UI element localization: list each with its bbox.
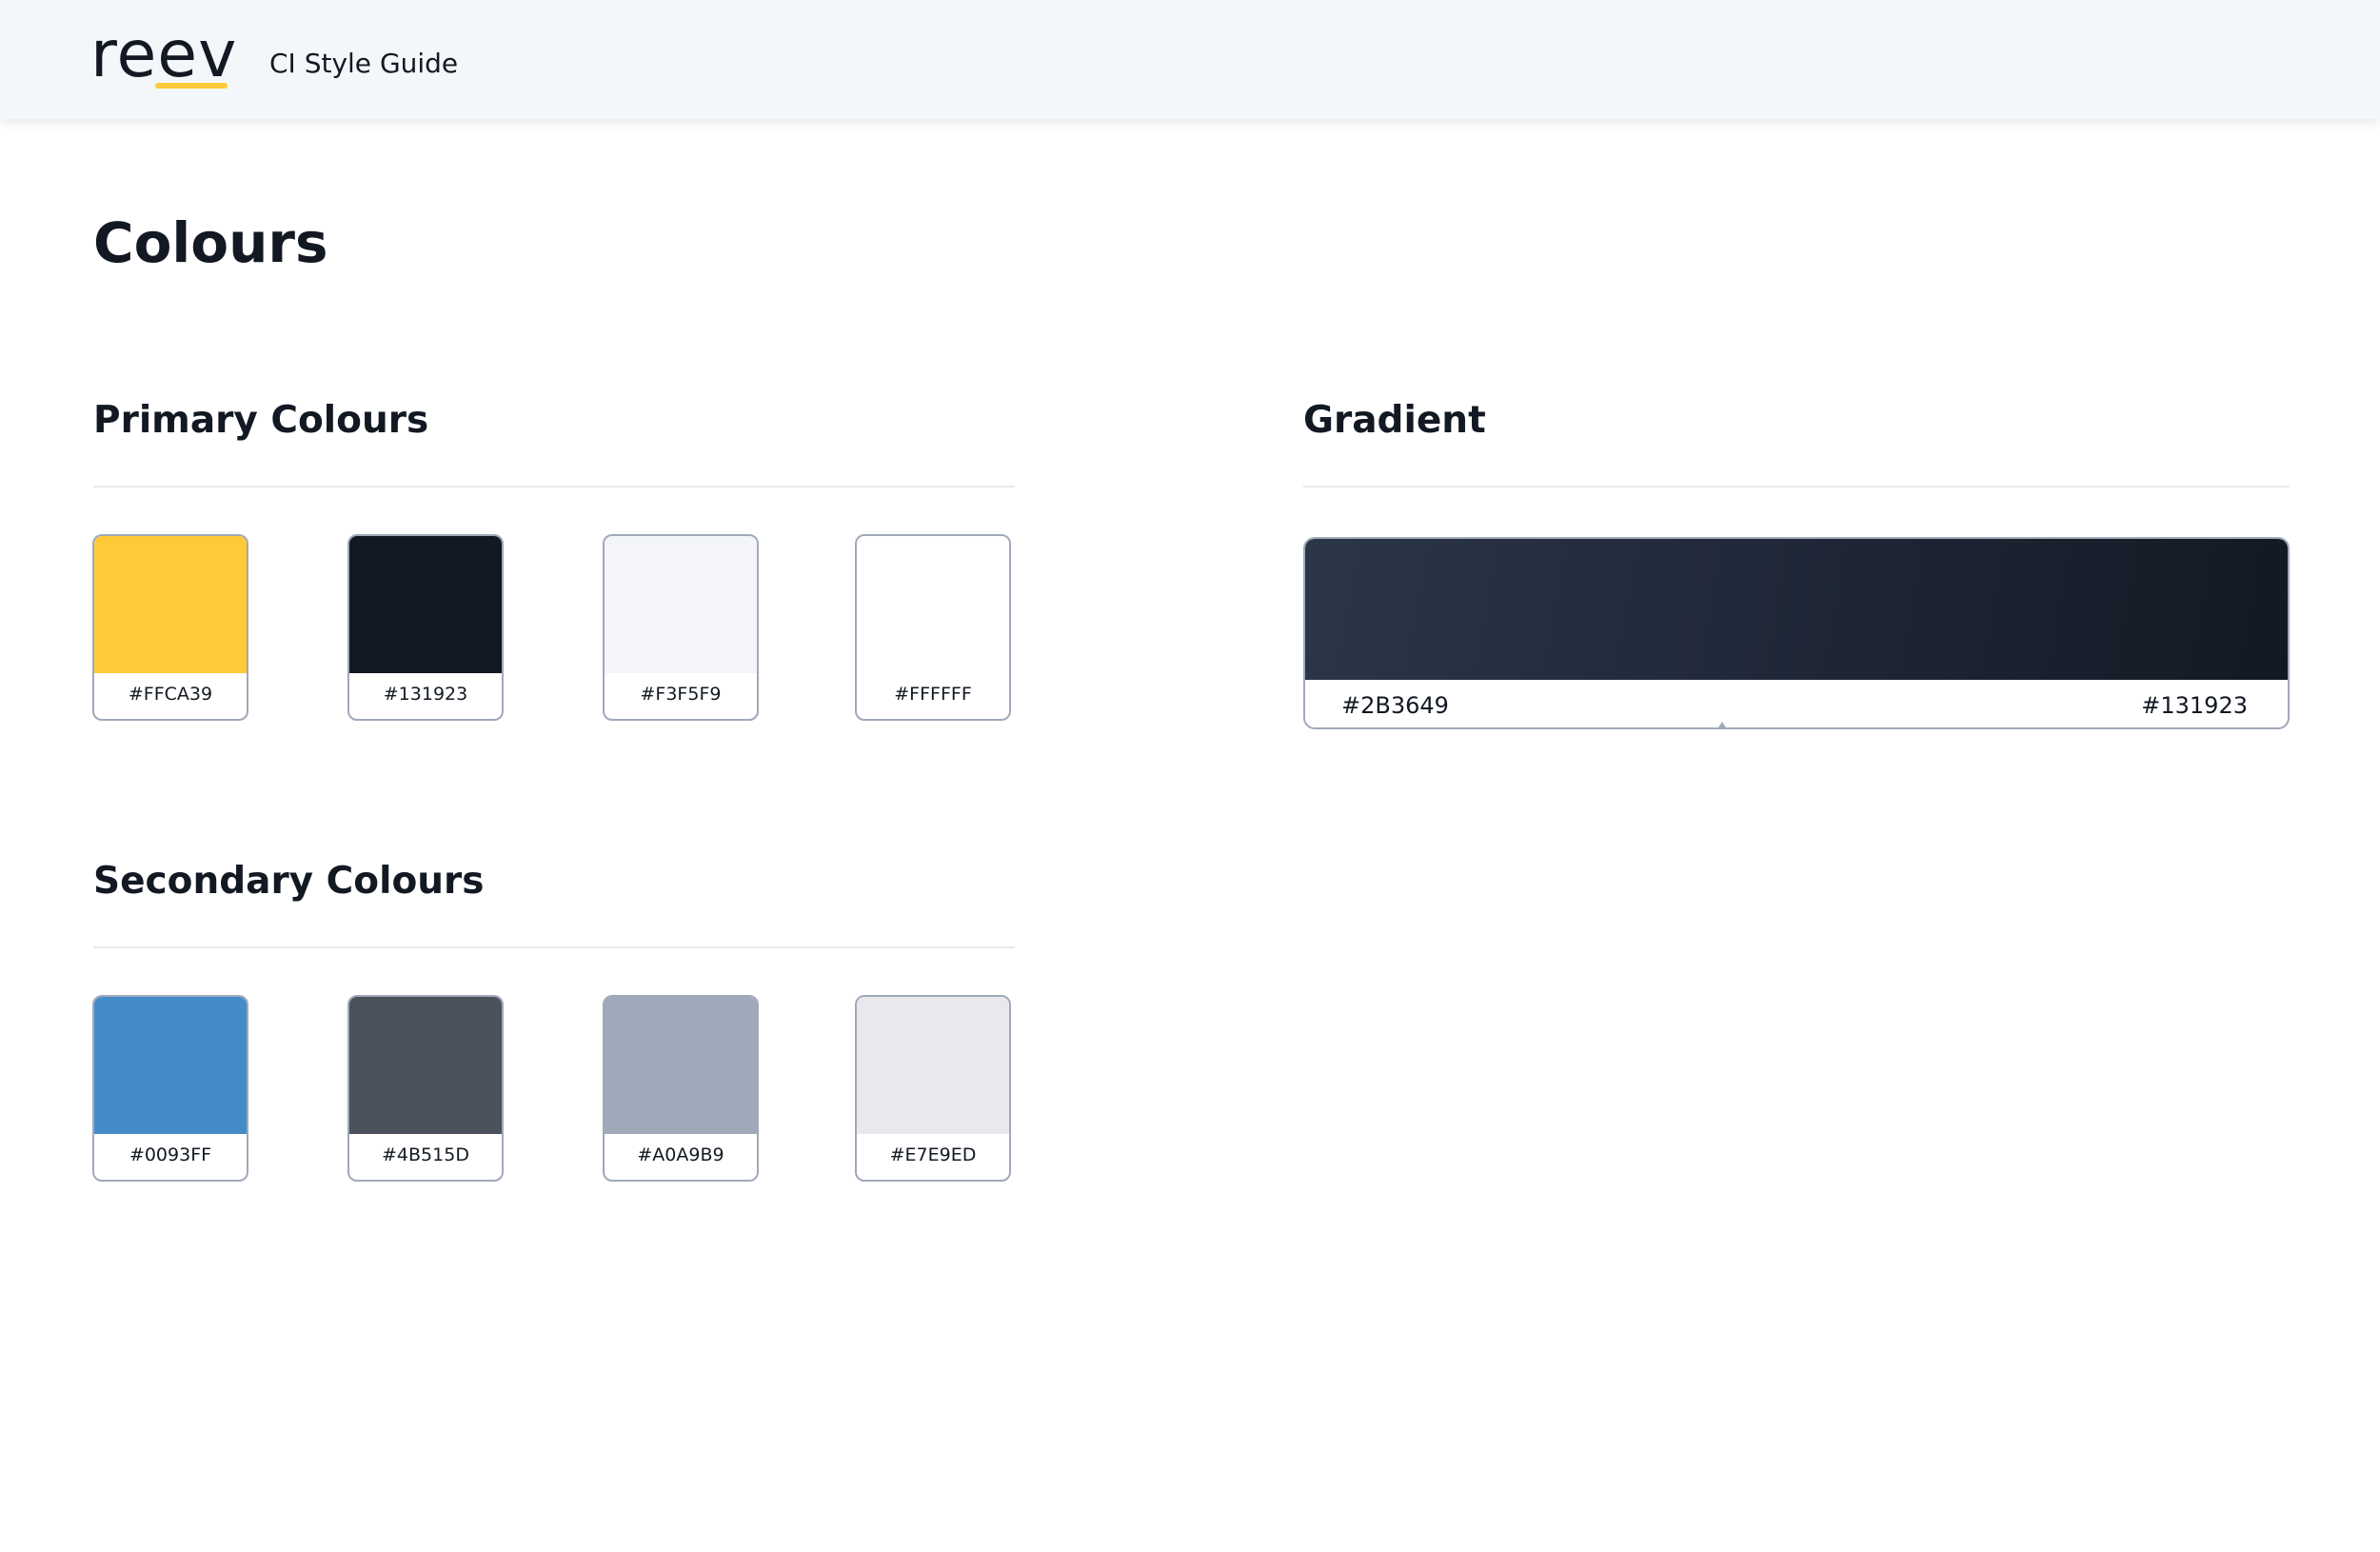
swatch-hex-label: #FFCA39	[128, 684, 213, 705]
gradient-swatch[interactable]: #2B3649 #131923	[1303, 537, 2290, 729]
swatch-hex-label: #A0A9B9	[637, 1144, 724, 1165]
primary-colours-divider	[93, 486, 1015, 487]
primary-colours-title: Primary Colours	[93, 399, 429, 442]
gradient-start-hex: #2B3649	[1341, 692, 1449, 719]
swatch-color-fill	[857, 997, 1009, 1134]
swatch-color-fill	[94, 997, 247, 1134]
swatch-hex-label: #F3F5F9	[640, 684, 722, 705]
swatch-hex-label: #E7E9ED	[889, 1144, 977, 1165]
logo-accent-underline	[155, 83, 228, 89]
logo-wordmark: reev	[90, 17, 238, 92]
swatch-color-fill	[857, 536, 1009, 673]
swatch-secondary-3[interactable]: #A0A9B9	[603, 995, 759, 1182]
gradient-end-hex: #131923	[2141, 692, 2248, 719]
gradient-fill	[1305, 539, 2288, 680]
swatch-color-fill	[605, 536, 757, 673]
secondary-colours-title: Secondary Colours	[93, 860, 485, 903]
swatch-hex-label: #4B515D	[382, 1144, 469, 1165]
top-bar: reev CI Style Guide	[0, 0, 2380, 119]
secondary-colours-divider	[93, 946, 1015, 948]
swatch-secondary-1[interactable]: #0093FF	[92, 995, 248, 1182]
page-title: Colours	[93, 210, 328, 275]
swatch-hex-label: #131923	[383, 684, 468, 705]
reev-logo[interactable]: reev	[90, 8, 237, 93]
swatch-color-fill	[349, 997, 502, 1134]
gradient-midpoint-marker	[1718, 722, 1726, 727]
swatch-secondary-4[interactable]: #E7E9ED	[855, 995, 1011, 1182]
swatch-hex-label: #0093FF	[129, 1144, 212, 1165]
gradient-labels: #2B3649 #131923	[1305, 680, 2288, 727]
app-title: CI Style Guide	[269, 48, 459, 79]
swatch-primary-1[interactable]: #FFCA39	[92, 534, 248, 721]
gradient-title: Gradient	[1303, 399, 1486, 442]
swatch-color-fill	[605, 997, 757, 1134]
swatch-secondary-2[interactable]: #4B515D	[347, 995, 504, 1182]
gradient-divider	[1303, 486, 2290, 487]
swatch-hex-label: #FFFFFF	[894, 684, 972, 705]
swatch-color-fill	[94, 536, 247, 673]
swatch-color-fill	[349, 536, 502, 673]
swatch-primary-4[interactable]: #FFFFFF	[855, 534, 1011, 721]
swatch-primary-3[interactable]: #F3F5F9	[603, 534, 759, 721]
swatch-primary-2[interactable]: #131923	[347, 534, 504, 721]
